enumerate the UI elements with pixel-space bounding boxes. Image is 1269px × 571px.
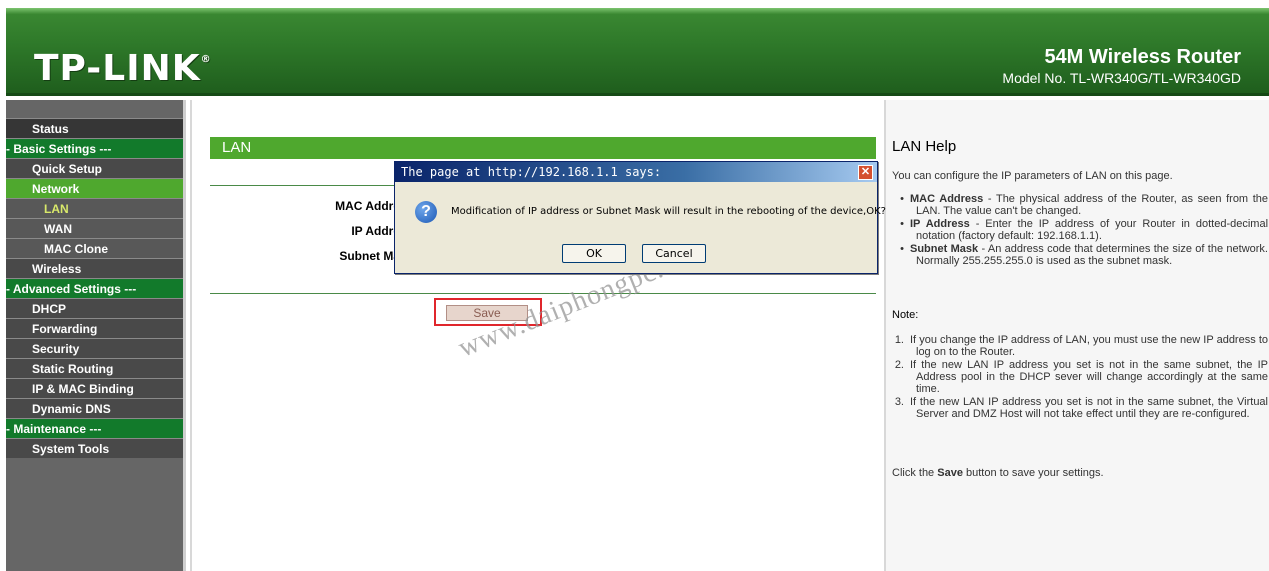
close-icon[interactable]: ✕: [858, 165, 873, 180]
dialog-title: The page at http://192.168.1.1 says:: [395, 162, 877, 182]
cancel-button[interactable]: Cancel: [642, 244, 706, 263]
subnet-mask-label: Subnet Ma: [339, 249, 400, 263]
sidebar-item-ip-mac-binding[interactable]: IP & MAC Binding: [6, 378, 183, 398]
confirm-dialog: The page at http://192.168.1.1 says: ✕ ?…: [394, 161, 886, 274]
help-note: 3. If the new LAN IP address you set is n…: [894, 396, 1268, 420]
sidebar-section-advanced-settings: - Advanced Settings ---: [6, 278, 183, 298]
sidebar-item-mac-clone[interactable]: MAC Clone: [6, 238, 183, 258]
sidebar-item-dynamic-dns[interactable]: Dynamic DNS: [6, 398, 183, 418]
help-intro: You can configure the IP parameters of L…: [892, 170, 1173, 182]
divider: [210, 293, 876, 294]
ok-button[interactable]: OK: [562, 244, 626, 263]
header-banner: TP-LINK® 54M Wireless Router Model No. T…: [6, 8, 1269, 96]
mac-address-label: MAC Addre: [335, 199, 400, 213]
sidebar-item-quick-setup[interactable]: Quick Setup: [6, 158, 183, 178]
sidebar-item-forwarding[interactable]: Forwarding: [6, 318, 183, 338]
help-note-list: 1. If you change the IP address of LAN, y…: [892, 334, 1268, 421]
sidebar-menu: Status - Basic Settings --- Quick Setup …: [6, 100, 186, 571]
help-footer: Click the Save button to save your setti…: [892, 467, 1104, 479]
sidebar-item-wireless[interactable]: Wireless: [6, 258, 183, 278]
help-item-mac-address: • MAC Address - The physical address of t…: [900, 193, 1269, 217]
sidebar-item-status[interactable]: Status: [6, 118, 183, 138]
sidebar-item-lan[interactable]: LAN: [6, 198, 183, 218]
question-icon: ?: [415, 201, 437, 223]
ip-address-label: IP Addre: [351, 224, 400, 238]
sidebar-item-security[interactable]: Security: [6, 338, 183, 358]
dialog-message: Modification of IP address or Subnet Mas…: [451, 206, 886, 217]
sidebar-section-basic-settings: - Basic Settings ---: [6, 138, 183, 158]
help-panel: LAN Help You can configure the IP parame…: [884, 100, 1269, 571]
help-title: LAN Help: [892, 138, 957, 155]
tp-link-logo: TP-LINK®: [34, 48, 212, 89]
sidebar-item-dhcp[interactable]: DHCP: [6, 298, 183, 318]
sidebar-item-static-routing[interactable]: Static Routing: [6, 358, 183, 378]
sidebar-item-wan[interactable]: WAN: [6, 218, 183, 238]
sidebar-item-system-tools[interactable]: System Tools: [6, 438, 183, 458]
help-note: 1. If you change the IP address of LAN, y…: [894, 334, 1268, 358]
help-item-ip-address: • IP Address - Enter the IP address of yo…: [900, 218, 1269, 242]
product-title: 54M Wireless Router: [1044, 46, 1241, 68]
sidebar-section-maintenance: - Maintenance ---: [6, 418, 183, 438]
help-term-list: • MAC Address - The physical address of t…: [892, 193, 1268, 268]
help-item-subnet-mask: • Subnet Mask - An address code that dete…: [900, 243, 1268, 267]
help-note: 2. If the new LAN IP address you set is n…: [894, 359, 1268, 395]
note-label: Note:: [892, 309, 919, 321]
page-title: LAN: [210, 137, 876, 159]
sidebar-item-network[interactable]: Network: [6, 178, 183, 198]
model-number: Model No. TL-WR340G/TL-WR340GD: [1002, 70, 1241, 86]
